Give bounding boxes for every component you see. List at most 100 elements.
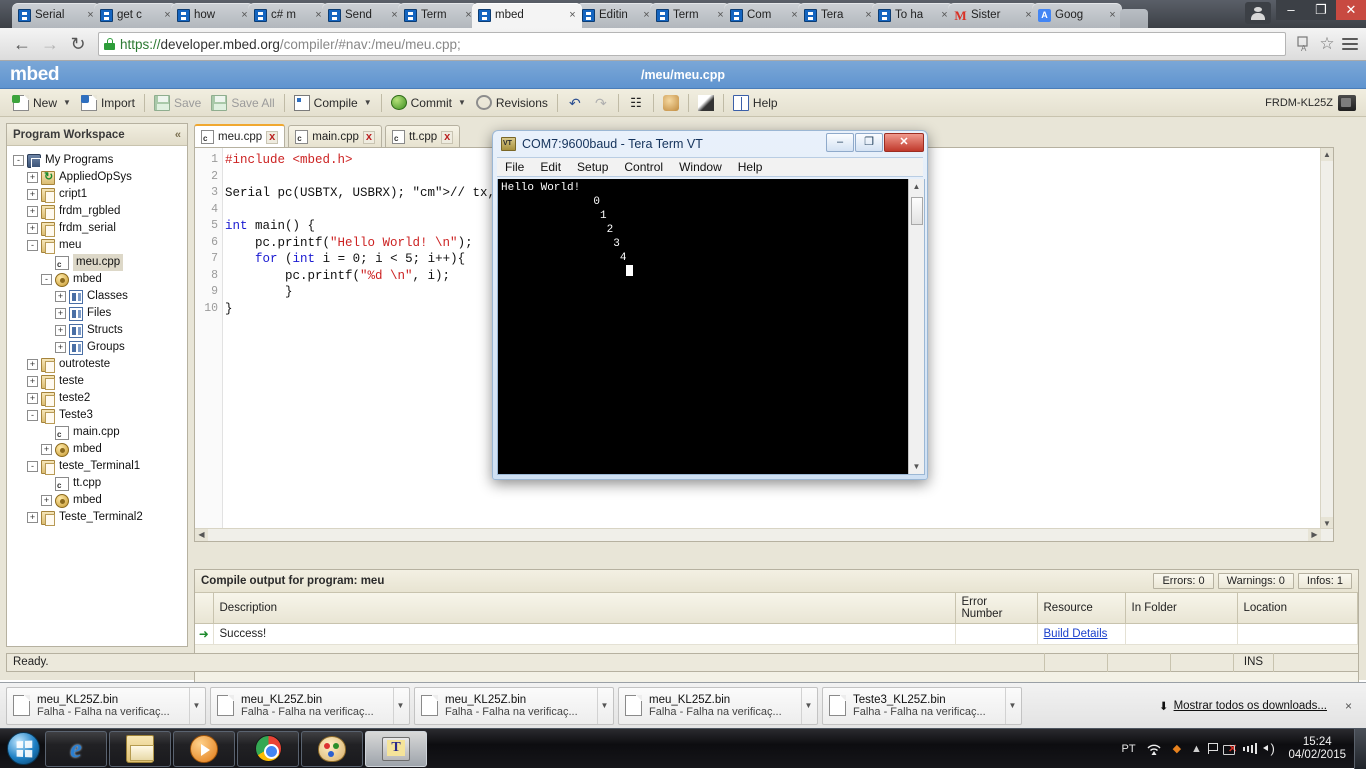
tree-item-cript1[interactable]: + cript1 [13,186,187,203]
tree-item-files[interactable]: + Files [13,305,187,322]
clock[interactable]: 15:24 04/02/2015 [1278,736,1354,762]
tree-item-mbed[interactable]: + mbed [13,441,187,458]
browser-tab-7[interactable]: Editin × [576,3,656,28]
revisions-button[interactable]: Revisions [471,91,553,115]
collapse-panel-icon[interactable]: « [175,129,181,141]
tera-term-minimize-button[interactable]: – [826,133,854,152]
close-button[interactable]: ✕ [1336,0,1366,20]
terminal-scroll-up-arrow[interactable]: ▲ [909,179,924,195]
tera-term-menu-window[interactable]: Window [679,160,722,174]
maximize-button[interactable]: ❐ [1306,0,1336,20]
download-menu-caret-icon[interactable]: ▼ [393,687,407,724]
terminal-scroll-down-arrow[interactable]: ▼ [909,459,924,474]
tera-term-maximize-button[interactable]: ❐ [855,133,883,152]
start-button[interactable] [2,730,44,768]
tree-expander-icon[interactable] [41,427,52,438]
tree-expander-icon[interactable]: - [27,410,38,421]
download-item-4[interactable]: Teste3_KL25Z.bin Falha - Falha na verific… [822,686,1022,725]
tree-expander-icon[interactable] [41,478,52,489]
column-header-error-number[interactable]: Error Number [955,593,1038,624]
tree-expander-icon[interactable] [41,257,52,268]
action-center-flag-icon[interactable] [1207,742,1222,755]
editor-tab-close-icon[interactable]: x [441,130,454,144]
browser-tab-close-icon[interactable]: × [567,10,578,21]
undo-button[interactable]: ↶ [562,91,588,115]
download-menu-caret-icon[interactable]: ▼ [801,687,815,724]
tree-item-mbed[interactable]: + mbed [13,492,187,509]
download-item-0[interactable]: meu_KL25Z.bin Falha - Falha na verificaç.… [6,686,206,725]
editor-vertical-scrollbar[interactable]: ▲ ▼ [1320,148,1333,530]
scroll-up-arrow[interactable]: ▲ [1321,148,1333,161]
download-menu-caret-icon[interactable]: ▼ [189,687,203,724]
tree-expander-icon[interactable]: + [27,206,38,217]
tree-item-groups[interactable]: + Groups [13,339,187,356]
tera-term-menu-setup[interactable]: Setup [577,160,608,174]
tree-item-teste-terminal2[interactable]: + Teste_Terminal2 [13,509,187,526]
browser-tab-11[interactable]: To ha × [872,3,954,28]
platform-selector[interactable]: FRDM-KL25Z [1265,94,1366,111]
back-button[interactable]: ← [8,30,36,58]
tree-expander-icon[interactable]: + [27,172,38,183]
terminal-scrollbar[interactable]: ▲ ▼ [908,179,924,474]
tree-item-outroteste[interactable]: + outroteste [13,356,187,373]
editor-tab-main-cpp[interactable]: main.cppx [288,125,383,148]
tree-item-mbed[interactable]: - mbed [13,271,187,288]
build-details-link[interactable]: Build Details [1044,628,1108,640]
editor-tab-meu-cpp[interactable]: meu.cppx [194,124,286,148]
taskbar-item-tera-term[interactable] [365,730,427,767]
close-downloads-bar-button[interactable]: × [1335,699,1360,713]
new-tab-button[interactable] [1120,9,1148,28]
tera-term-terminal-screen[interactable]: Hello World! 0 1 2 3 4 ▲ ▼ [497,179,925,475]
tree-expander-icon[interactable]: + [41,495,52,506]
download-item-2[interactable]: meu_KL25Z.bin Falha - Falha na verificaç.… [414,686,614,725]
translate-icon[interactable]: A [1296,35,1314,53]
tree-item-main-cpp[interactable]: main.cpp [13,424,187,441]
taskbar-item-chrome[interactable] [237,730,299,767]
show-hidden-icons-icon[interactable]: ▲ [1186,743,1207,755]
volume-icon[interactable] [1262,741,1278,756]
editor-tab-close-icon[interactable]: x [266,130,279,144]
tree-item-my-programs[interactable]: - My Programs [13,152,187,169]
browser-tab-5[interactable]: Term × [398,3,478,28]
download-item-3[interactable]: meu_KL25Z.bin Falha - Falha na verificaç.… [618,686,818,725]
forward-button[interactable]: → [36,30,64,58]
taskbar-item-media-player[interactable] [173,730,235,767]
chevron-down-icon[interactable]: ▼ [364,98,372,107]
column-header-resource[interactable]: Resource [1037,593,1126,624]
browser-tab-3[interactable]: c# m × [248,3,328,28]
column-header-location[interactable]: Location [1237,593,1358,624]
tree-item-tt-cpp[interactable]: tt.cpp [13,475,187,492]
new-button[interactable]: New ▼ [8,91,76,115]
taskbar-item-paint[interactable] [301,730,363,767]
editor-horizontal-scrollbar[interactable]: ◀ ▶ [195,528,1333,541]
download-menu-caret-icon[interactable]: ▼ [1005,687,1019,724]
table-row[interactable]: ➜ Success! Build Details [195,623,1358,645]
code-content[interactable]: #include <mbed.h> Serial pc(USBTX, USBRX… [225,152,518,317]
chrome-menu-icon[interactable] [1342,38,1358,50]
format-button[interactable] [658,91,684,115]
tree-expander-icon[interactable]: + [27,512,38,523]
address-bar[interactable]: https://developer.mbed.org/compiler/#nav… [98,32,1286,56]
browser-tab-9[interactable]: Com × [724,3,804,28]
tree-item-frdm-serial[interactable]: + frdm_serial [13,220,187,237]
tree-item-teste2[interactable]: + teste2 [13,390,187,407]
tera-term-menu-control[interactable]: Control [624,160,663,174]
tree-item-structs[interactable]: + Structs [13,322,187,339]
import-button[interactable]: Import [76,91,140,115]
download-item-1[interactable]: meu_KL25Z.bin Falha - Falha na verificaç.… [210,686,410,725]
tree-expander-icon[interactable]: + [27,359,38,370]
tree-item-meu[interactable]: - meu [13,237,187,254]
bookmark-star-icon[interactable]: ☆ [1318,35,1336,53]
taskbar-item-internet-explorer[interactable]: e [45,730,107,767]
tree-expander-icon[interactable]: - [27,240,38,251]
tree-expander-icon[interactable]: + [27,376,38,387]
tree-item-appliedopsys[interactable]: + AppliedOpSys [13,169,187,186]
network-error-icon[interactable] [1222,742,1238,755]
browser-tab-2[interactable]: how × [171,3,254,28]
show-desktop-button[interactable] [1354,728,1366,769]
wifi-icon[interactable] [1141,742,1168,756]
editor-tab-tt-cpp[interactable]: tt.cppx [385,125,461,148]
browser-tab-6[interactable]: mbed × [472,3,582,28]
chevron-down-icon[interactable]: ▼ [63,98,71,107]
tree-expander-icon[interactable]: + [55,308,66,319]
